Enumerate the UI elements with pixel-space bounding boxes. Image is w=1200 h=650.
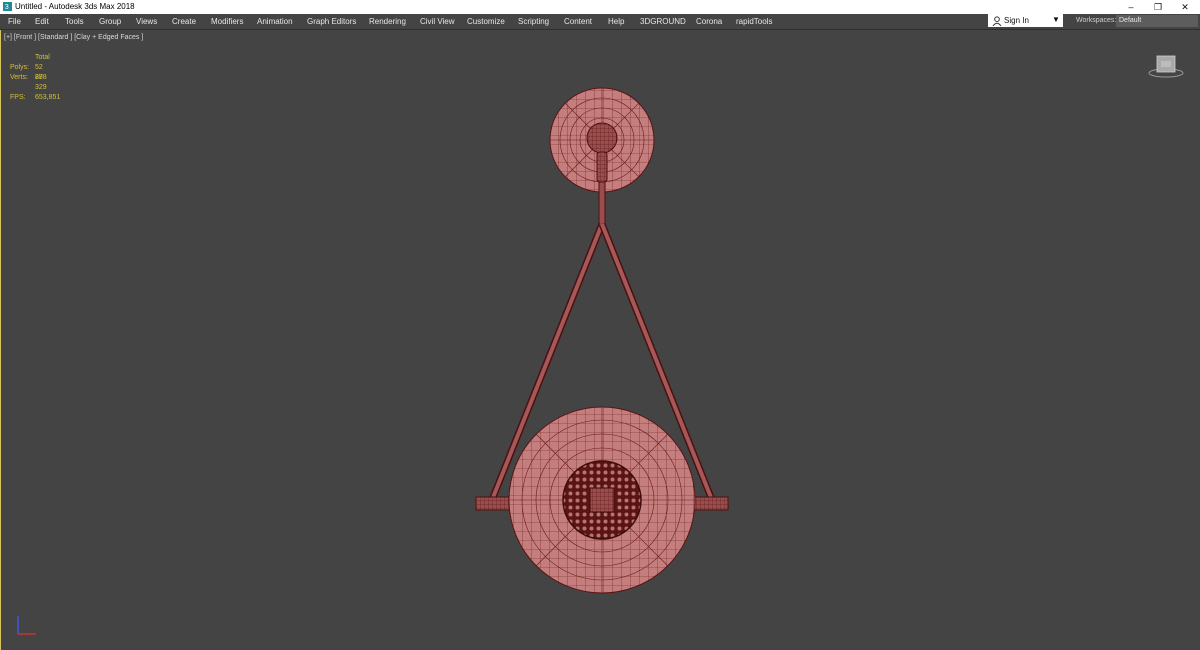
bottom-disc	[508, 406, 696, 594]
axis-tripod-icon	[17, 616, 36, 635]
model-wireframe[interactable]	[0, 0, 1200, 650]
top-disc	[549, 87, 655, 193]
